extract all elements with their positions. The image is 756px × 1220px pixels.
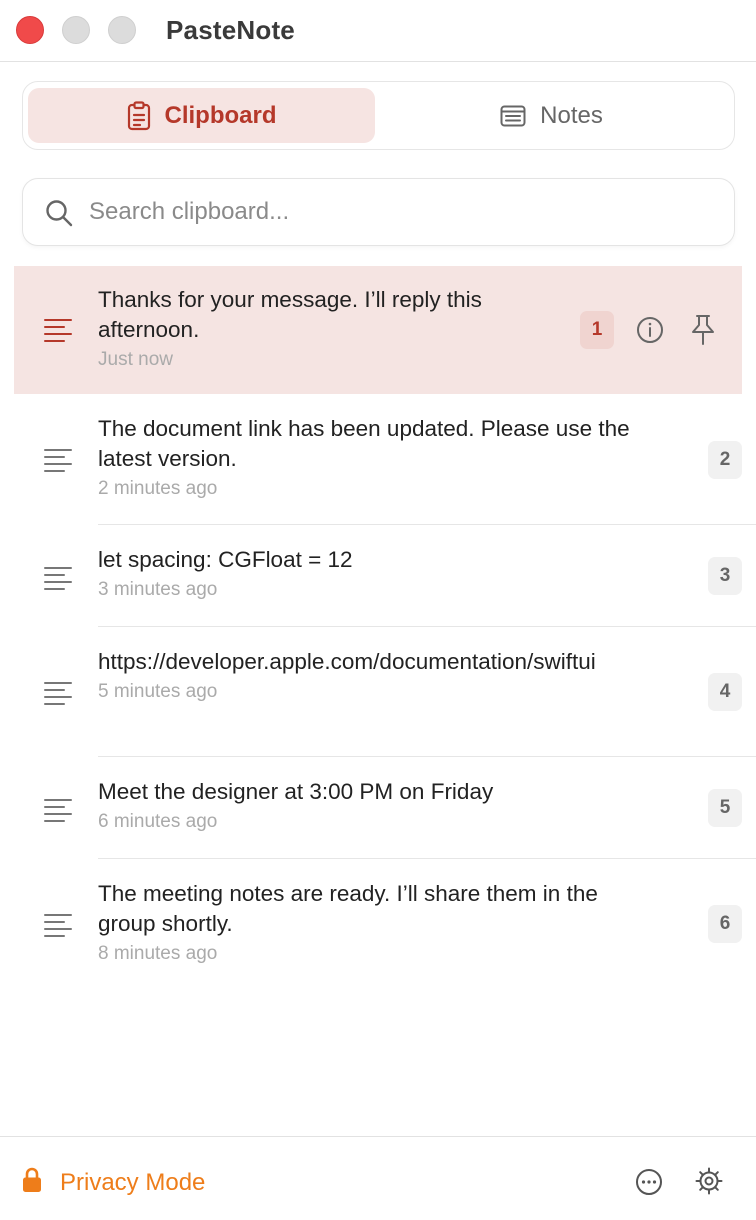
text-lines-icon <box>44 913 72 942</box>
tab-notes-label: Notes <box>540 101 603 129</box>
tab-switcher: Clipboard Notes <box>22 81 735 150</box>
list-item[interactable]: let spacing: CGFloat = 12 3 minutes ago … <box>0 525 756 627</box>
list-item[interactable]: Thanks for your message. I’ll reply this… <box>14 266 742 394</box>
pin-icon[interactable] <box>690 314 716 351</box>
close-window-button[interactable] <box>16 16 44 44</box>
item-time: 3 minutes ago <box>98 579 218 600</box>
list-item[interactable]: The document link has been updated. Plea… <box>0 394 756 525</box>
item-text: Meet the designer at 3:00 PM on Friday <box>98 779 494 804</box>
app-title: PasteNote <box>166 15 295 45</box>
text-lines-icon <box>44 566 72 595</box>
more-options-icon[interactable] <box>635 1168 663 1201</box>
item-time: 5 minutes ago <box>98 681 218 702</box>
tab-clipboard-label: Clipboard <box>164 101 277 129</box>
text-lines-icon <box>44 798 72 827</box>
item-time: Just now <box>98 349 173 370</box>
search-bar <box>22 178 735 246</box>
item-time: 8 minutes ago <box>98 943 218 964</box>
list-item[interactable]: https://developer.apple.com/documentatio… <box>0 627 756 757</box>
item-index-badge: 3 <box>708 557 742 595</box>
item-text: The meeting notes are ready. I’ll share … <box>98 881 598 936</box>
text-lines-icon <box>44 318 72 347</box>
footer-bar: Privacy Mode <box>0 1136 756 1220</box>
item-time: 2 minutes ago <box>98 478 218 499</box>
minimize-window-button[interactable] <box>62 16 90 44</box>
item-text: let spacing: CGFloat = 12 <box>98 547 353 572</box>
info-icon[interactable] <box>636 316 664 349</box>
tab-notes[interactable]: Notes <box>375 88 728 143</box>
item-text: Thanks for your message. I’ll reply this… <box>98 287 482 342</box>
tab-clipboard[interactable]: Clipboard <box>28 88 375 143</box>
text-lines-icon <box>44 448 72 477</box>
text-lines-icon <box>44 681 72 710</box>
item-index-badge: 1 <box>580 311 614 349</box>
list-item[interactable]: Meet the designer at 3:00 PM on Friday 6… <box>0 757 756 859</box>
item-index-badge: 2 <box>708 441 742 479</box>
item-index-badge: 5 <box>708 789 742 827</box>
zoom-window-button[interactable] <box>108 16 136 44</box>
privacy-mode-toggle[interactable]: Privacy Mode <box>22 1167 205 1198</box>
clipboard-icon <box>127 100 151 131</box>
gear-icon[interactable] <box>695 1167 723 1200</box>
item-index-badge: 4 <box>708 673 742 711</box>
item-index-badge: 6 <box>708 905 742 943</box>
privacy-mode-label: Privacy Mode <box>60 1168 206 1196</box>
clipboard-list: Thanks for your message. I’ll reply this… <box>0 266 756 989</box>
notes-icon <box>500 105 526 127</box>
item-text: https://developer.apple.com/documentatio… <box>98 649 596 674</box>
title-bar: PasteNote <box>0 0 756 62</box>
lock-icon <box>22 1167 42 1198</box>
list-item[interactable]: The meeting notes are ready. I’ll share … <box>0 859 756 989</box>
item-time: 6 minutes ago <box>98 811 218 832</box>
item-text: The document link has been updated. Plea… <box>98 416 630 471</box>
search-input[interactable] <box>89 189 709 235</box>
